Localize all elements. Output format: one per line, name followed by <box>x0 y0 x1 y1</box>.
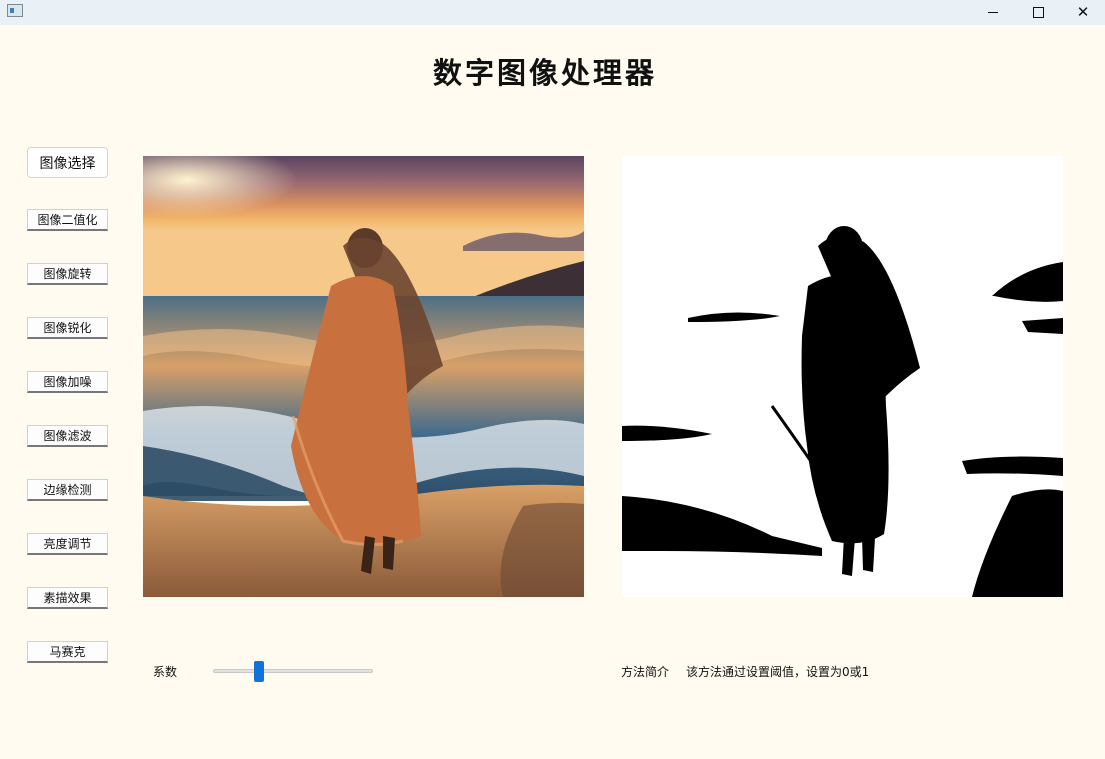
filter-button[interactable]: 图像滤波 <box>27 425 108 447</box>
image-select-button[interactable]: 图像选择 <box>27 147 108 178</box>
close-button[interactable]: ✕ <box>1060 0 1105 25</box>
edge-detect-button[interactable]: 边缘检测 <box>27 479 108 501</box>
maximize-icon <box>1032 7 1044 18</box>
coefficient-slider-handle[interactable] <box>253 661 264 682</box>
mosaic-button[interactable]: 马赛克 <box>27 641 108 663</box>
method-description: 该方法通过设置阈值，设置为0或1 <box>686 665 870 679</box>
sharpen-button[interactable]: 图像锐化 <box>27 317 108 339</box>
add-noise-button[interactable]: 图像加噪 <box>27 371 108 393</box>
rotate-button[interactable]: 图像旋转 <box>27 263 108 285</box>
coefficient-slider-track[interactable] <box>213 669 373 673</box>
minimize-button[interactable] <box>970 0 1016 25</box>
original-image <box>143 156 584 597</box>
minimize-icon <box>988 12 998 13</box>
coefficient-label: 系数 <box>153 665 178 679</box>
title-bar: ✕ <box>0 0 1105 25</box>
binarize-button[interactable]: 图像二值化 <box>27 209 108 231</box>
maximize-button[interactable] <box>1015 0 1061 25</box>
method-intro-label: 方法简介 <box>621 665 670 679</box>
close-icon: ✕ <box>1076 3 1090 21</box>
sketch-button[interactable]: 素描效果 <box>27 587 108 609</box>
brightness-button[interactable]: 亮度调节 <box>27 533 108 555</box>
app-window-icon <box>7 4 23 17</box>
app-title: 数字图像处理器 <box>432 56 657 90</box>
processed-image <box>622 156 1063 597</box>
